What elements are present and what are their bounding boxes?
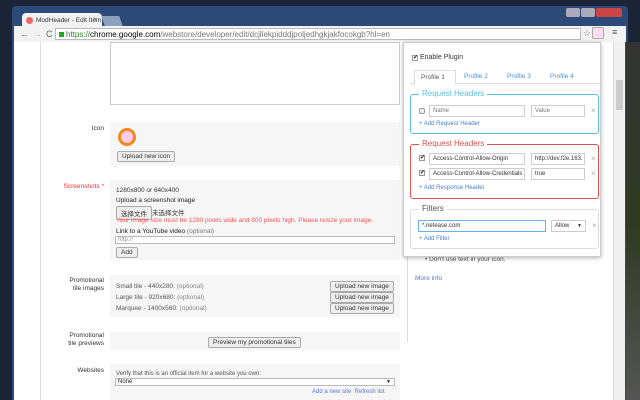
tab-title: ModHeader - Edit Item xyxy=(36,17,102,24)
response-value-input[interactable]: true xyxy=(531,168,585,180)
screenshots-label: Screenshots * xyxy=(63,183,104,190)
delete-icon[interactable]: × xyxy=(591,106,596,115)
enable-checkbox[interactable]: ✔ xyxy=(412,55,418,61)
response-headers-section: Request Headers ✔ Access-Control-Allow-O… xyxy=(410,139,599,199)
close-tab-icon[interactable]: × xyxy=(93,16,97,23)
optional-text: (optional) xyxy=(186,228,215,235)
upload-large-tile-button[interactable]: Upload new image xyxy=(330,292,394,303)
modheader-popup: ✔ Enable Plugin Profile 1 Profile 2 Prof… xyxy=(403,42,602,257)
close-window-button[interactable] xyxy=(596,8,622,17)
more-info-link[interactable]: More info xyxy=(415,275,442,282)
screenshot-size: 1280x800 or 640x400 xyxy=(116,187,179,194)
menu-icon[interactable]: ≡ xyxy=(612,27,617,37)
bookmark-star-icon[interactable]: ☆ xyxy=(583,28,591,39)
upload-screenshot-label: Upload a screenshot image xyxy=(116,197,196,204)
delete-icon[interactable]: × xyxy=(591,169,596,178)
screenshot-error: Your image size must be 1280 pixels wide… xyxy=(116,217,374,224)
favicon-icon xyxy=(26,17,33,24)
window-controls xyxy=(566,8,626,18)
youtube-placeholder: http:// xyxy=(118,237,134,243)
scrollbar-thumb[interactable] xyxy=(616,80,623,110)
response-name-input[interactable]: Access-Control-Allow-Origin xyxy=(429,153,525,165)
filters-section: Filters *.netease.com Allow ▼ × + Add Fil… xyxy=(410,204,599,249)
nav-buttons: ←→C xyxy=(20,29,57,39)
response-row-checkbox[interactable]: ✔ xyxy=(419,155,425,161)
url-domain: chrome.google.com xyxy=(90,30,161,39)
maximize-button[interactable] xyxy=(581,8,595,17)
response-name-input[interactable]: Access-Control-Allow-Credentials xyxy=(429,168,525,180)
response-row-checkbox[interactable]: ✔ xyxy=(419,170,425,176)
promo-label-2: tile images xyxy=(72,285,104,292)
add-request-header-link[interactable]: + Add Request Header xyxy=(419,121,480,127)
previews-label-2: tile previews xyxy=(68,340,104,347)
upload-icon-button[interactable]: Upload new icon xyxy=(117,151,176,162)
icon-label: Icon xyxy=(91,125,104,132)
tab-modheader[interactable]: ModHeader - Edit Item × xyxy=(22,13,102,27)
forward-icon[interactable]: → xyxy=(33,29,46,39)
tab-profile-2[interactable]: Profile 2 xyxy=(464,73,488,80)
modheader-extension-icon[interactable] xyxy=(592,27,604,39)
address-bar[interactable]: https://chrome.google.com/webstore/devel… xyxy=(55,28,581,40)
tab-profile-3[interactable]: Profile 3 xyxy=(507,73,531,80)
request-row-checkbox[interactable] xyxy=(419,108,425,114)
tiles-list: Small tile - 440x280: (optional) Large t… xyxy=(116,281,207,314)
delete-icon[interactable]: × xyxy=(591,154,596,163)
enable-plugin[interactable]: ✔ Enable Plugin xyxy=(412,54,463,61)
icon-tip: • Don't use text in your icon. xyxy=(425,256,506,263)
lock-icon xyxy=(59,32,64,37)
url-path: /webstore/developer/edit/dcjllekpidddjpo… xyxy=(160,30,390,39)
upload-small-tile-button[interactable]: Upload new image xyxy=(330,281,394,292)
youtube-label: Link to a YouTube video xyxy=(116,228,186,235)
url-scheme: https:// xyxy=(66,30,91,39)
request-headers-title: Request Headers xyxy=(419,89,488,98)
filters-title: Filters xyxy=(419,204,447,213)
filter-input[interactable]: *.netease.com xyxy=(418,220,546,232)
tab-profile-1[interactable]: Profile 1 xyxy=(414,70,456,85)
new-tab-button[interactable] xyxy=(101,16,123,26)
extension-icon-preview xyxy=(118,128,136,146)
no-file-text: 未选择文件 xyxy=(152,210,185,217)
description-textarea[interactable] xyxy=(110,42,400,105)
verify-text: Verify that this is an official item for… xyxy=(116,371,261,377)
add-filter-link[interactable]: + Add Filter xyxy=(419,236,450,242)
back-icon[interactable]: ← xyxy=(20,29,33,39)
tab-profile-4[interactable]: Profile 4 xyxy=(550,73,574,80)
request-value-input[interactable]: Value xyxy=(531,105,585,117)
websites-label: Websites xyxy=(77,367,104,374)
youtube-url-input[interactable]: http:// xyxy=(115,236,395,244)
delete-icon[interactable]: × xyxy=(592,221,597,230)
add-video-button[interactable]: Add xyxy=(116,247,138,258)
tile-large: Large tile - 920x680: (optional) xyxy=(116,294,205,301)
request-headers-section: Request Headers Name Value × + Add Reque… xyxy=(410,89,599,134)
add-site-link[interactable]: Add a new site xyxy=(312,389,351,395)
add-response-header-link[interactable]: + Add Response Header xyxy=(419,185,485,191)
filter-mode-select[interactable]: Allow ▼ xyxy=(551,220,586,232)
tile-marquee: Marquee - 1400x560: (optional) xyxy=(116,305,207,312)
website-select[interactable]: None ▼ xyxy=(115,378,395,386)
minimize-button[interactable] xyxy=(566,8,580,17)
promo-label: Promotional xyxy=(69,277,104,284)
preview-tiles-button[interactable]: Preview my promotional tiles xyxy=(208,337,301,348)
response-headers-title: Request Headers xyxy=(419,139,488,148)
response-value-input[interactable]: http://dev.f2e.163. xyxy=(531,153,585,165)
desktop-background xyxy=(626,42,640,400)
previews-label: Promotional xyxy=(69,332,104,339)
upload-marquee-button[interactable]: Upload new image xyxy=(330,303,394,314)
refresh-list-link[interactable]: Refresh list xyxy=(355,389,385,395)
tile-small: Small tile - 440x280: (optional) xyxy=(116,283,204,290)
request-name-input[interactable]: Name xyxy=(429,105,525,117)
